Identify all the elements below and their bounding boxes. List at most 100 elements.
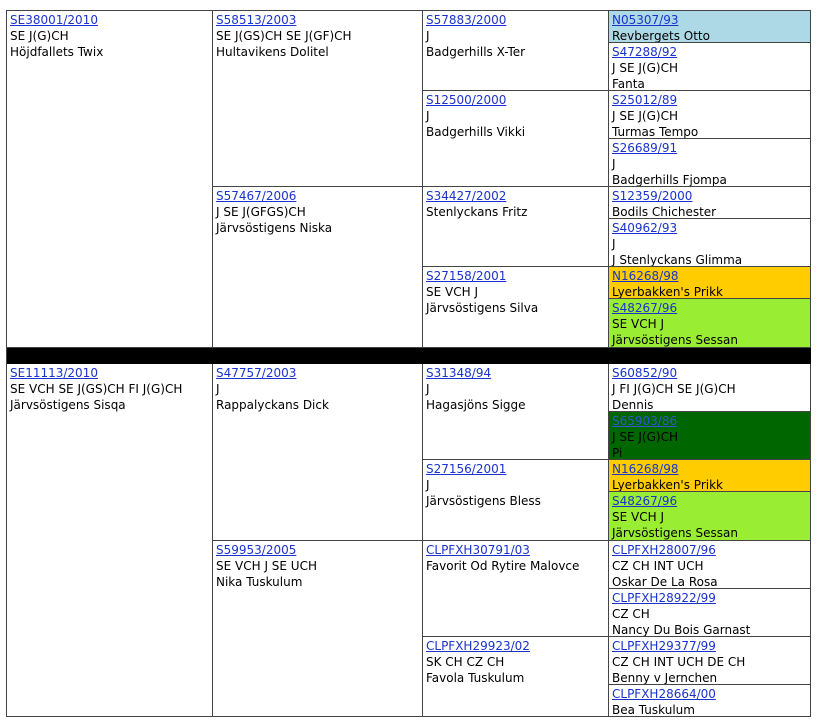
- pedigree-cell: S57883/2000 J Badgerhills X-Ter: [423, 11, 609, 91]
- title-line: SE VCH J SE UCH: [216, 559, 317, 573]
- dog-name: Järvsöstigens Bless: [426, 494, 541, 508]
- dog-name: Hultavikens Dolitel: [216, 45, 329, 59]
- registration-link[interactable]: S57883/2000: [426, 13, 506, 27]
- title-line: SE J(G)CH: [10, 29, 69, 43]
- dog-name: Nika Tuskulum: [216, 575, 303, 589]
- dog-name: Revbergets Otto: [612, 29, 710, 43]
- registration-link[interactable]: S60852/90: [612, 366, 677, 380]
- pedigree-cell: S47757/2003 J Rappalyckans Dick: [213, 364, 423, 541]
- dog-name: Nancy Du Bois Garnast: [612, 623, 751, 637]
- title-line: CZ CH INT UCH DE CH: [612, 655, 746, 669]
- pedigree-cell: CLPFXH28922/99 CZ CH Nancy Du Bois Garna…: [609, 589, 811, 637]
- registration-link[interactable]: S47288/92: [612, 45, 677, 59]
- registration-link[interactable]: S12359/2000: [612, 189, 692, 203]
- dog-name: Höjdfallets Twix: [10, 45, 104, 59]
- pedigree-cell: S48267/96 SE VCH J Järvsöstigens Sessan: [609, 299, 811, 348]
- registration-link[interactable]: S57467/2006: [216, 189, 296, 203]
- dog-name: Oskar De La Rosa: [612, 575, 718, 589]
- dog-name: Bea Tuskulum: [612, 703, 695, 717]
- registration-link[interactable]: S40962/93: [612, 221, 677, 235]
- pedigree-cell: S31348/94 J Hagasjöns Sigge: [423, 364, 609, 460]
- dog-name: Järvsöstigens Sessan: [612, 333, 738, 347]
- title-line: CZ CH: [612, 607, 650, 621]
- title-line: J: [426, 109, 430, 123]
- registration-link[interactable]: CLPFXH29923/02: [426, 639, 530, 653]
- registration-link[interactable]: S58513/2003: [216, 13, 296, 27]
- title-line: J SE J(G)CH: [612, 61, 678, 75]
- title-line: SE VCH SE J(GS)CH FI J(G)CH: [10, 382, 183, 396]
- registration-link[interactable]: S31348/94: [426, 366, 491, 380]
- title-line: J: [426, 29, 430, 43]
- pedigree-cell: S12359/2000 Bodils Chichester: [609, 187, 811, 219]
- registration-link[interactable]: SE11113/2010: [10, 366, 98, 380]
- dog-name: Järvsöstigens Sessan: [612, 526, 738, 540]
- title-line: SE VCH J: [612, 510, 664, 524]
- pedigree-cell: S48267/96 SE VCH J Järvsöstigens Sessan: [609, 492, 811, 541]
- registration-link[interactable]: CLPFXH29377/99: [612, 639, 716, 653]
- registration-link[interactable]: S27156/2001: [426, 462, 506, 476]
- title-line: J: [426, 382, 430, 396]
- title-line: J: [426, 478, 430, 492]
- registration-link[interactable]: N16268/98: [612, 269, 678, 283]
- dog-name: Benny v Jernchen: [612, 671, 718, 685]
- dog-name: J Stenlyckans Glimma: [612, 253, 743, 267]
- pedigree-cell: S12500/2000 J Badgerhills Vikki: [423, 91, 609, 187]
- registration-link[interactable]: N16268/98: [612, 462, 678, 476]
- pedigree-cell: S27158/2001 SE VCH J Järvsöstigens Silva: [423, 267, 609, 348]
- pedigree-cell: S60852/90 J FI J(G)CH SE J(G)CH Dennis: [609, 364, 811, 412]
- registration-link[interactable]: CLPFXH28922/99: [612, 591, 716, 605]
- registration-link[interactable]: N05307/93: [612, 13, 678, 27]
- dog-name: Favorit Od Rytire Malovce: [426, 559, 580, 573]
- pedigree-cell: SE38001/2010 SE J(G)CH Höjdfallets Twix: [7, 11, 213, 348]
- registration-link[interactable]: S48267/96: [612, 301, 677, 315]
- registration-link[interactable]: SE38001/2010: [10, 13, 98, 27]
- registration-link[interactable]: S59953/2005: [216, 543, 296, 557]
- title-line: SE VCH J: [426, 285, 478, 299]
- registration-link[interactable]: S65903/86: [612, 414, 677, 428]
- registration-link[interactable]: S47757/2003: [216, 366, 296, 380]
- pedigree-cell: S47288/92 J SE J(G)CH Fanta: [609, 43, 811, 91]
- pedigree-cell: S57467/2006 J SE J(GFGS)CH Järvsöstigens…: [213, 187, 423, 348]
- dog-name: Hagasjöns Sigge: [426, 398, 526, 412]
- registration-link[interactable]: S27158/2001: [426, 269, 506, 283]
- dog-name: Järvsöstigens Sisqa: [10, 398, 126, 412]
- registration-link[interactable]: S12500/2000: [426, 93, 506, 107]
- pedigree-cell: SE11113/2010 SE VCH SE J(GS)CH FI J(G)CH…: [7, 364, 213, 717]
- title-line: J SE J(G)CH: [612, 430, 678, 444]
- pedigree-cell: S27156/2001 J Järvsöstigens Bless: [423, 460, 609, 541]
- pedigree-cell: S34427/2002 Stenlyckans Fritz: [423, 187, 609, 267]
- registration-link[interactable]: S25012/89: [612, 93, 677, 107]
- pedigree-cell: CLPFXH29923/02 SK CH CZ CH Favola Tuskul…: [423, 637, 609, 717]
- pedigree-cell: CLPFXH30791/03 Favorit Od Rytire Malovce: [423, 541, 609, 637]
- pedigree-cell: CLPFXH28664/00 Bea Tuskulum: [609, 685, 811, 717]
- title-line: J: [612, 237, 616, 251]
- pedigree-grid: SE38001/2010 SE J(G)CH Höjdfallets Twix …: [6, 10, 811, 717]
- registration-link[interactable]: CLPFXH30791/03: [426, 543, 530, 557]
- registration-link[interactable]: CLPFXH28007/96: [612, 543, 716, 557]
- pedigree-cell: S59953/2005 SE VCH J SE UCH Nika Tuskulu…: [213, 541, 423, 717]
- dog-name: Fanta: [612, 77, 645, 91]
- pedigree-cell: S58513/2003 SE J(GS)CH SE J(GF)CH Hultav…: [213, 11, 423, 187]
- title-line: J FI J(G)CH SE J(G)CH: [612, 382, 736, 396]
- dog-name: Dennis: [612, 398, 654, 412]
- dog-name: Lyerbakken's Prikk: [612, 478, 723, 492]
- half-separator: [7, 348, 811, 364]
- title-line: SK CH CZ CH: [426, 655, 505, 669]
- pedigree-cell: N16268/98 Lyerbakken's Prikk: [609, 267, 811, 299]
- title-line: J SE J(G)CH: [612, 109, 678, 123]
- dog-name: Bodils Chichester: [612, 205, 717, 219]
- dog-name: Rappalyckans Dick: [216, 398, 329, 412]
- pedigree-cell: S25012/89 J SE J(G)CH Turmas Tempo: [609, 91, 811, 139]
- registration-link[interactable]: S34427/2002: [426, 189, 506, 203]
- pedigree-cell: S65903/86 J SE J(G)CH Pi: [609, 412, 811, 460]
- dog-name: Badgerhills Vikki: [426, 125, 526, 139]
- registration-link[interactable]: S26689/91: [612, 141, 677, 155]
- title-line: J SE J(GFGS)CH: [216, 205, 306, 219]
- pedigree-cell: N16268/98 Lyerbakken's Prikk: [609, 460, 811, 492]
- dog-name: Lyerbakken's Prikk: [612, 285, 723, 299]
- pedigree-cell: N05307/93 Revbergets Otto: [609, 11, 811, 43]
- dog-name: Stenlyckans Fritz: [426, 205, 528, 219]
- registration-link[interactable]: CLPFXH28664/00: [612, 687, 716, 701]
- registration-link[interactable]: S48267/96: [612, 494, 677, 508]
- pedigree-cell: CLPFXH29377/99 CZ CH INT UCH DE CH Benny…: [609, 637, 811, 685]
